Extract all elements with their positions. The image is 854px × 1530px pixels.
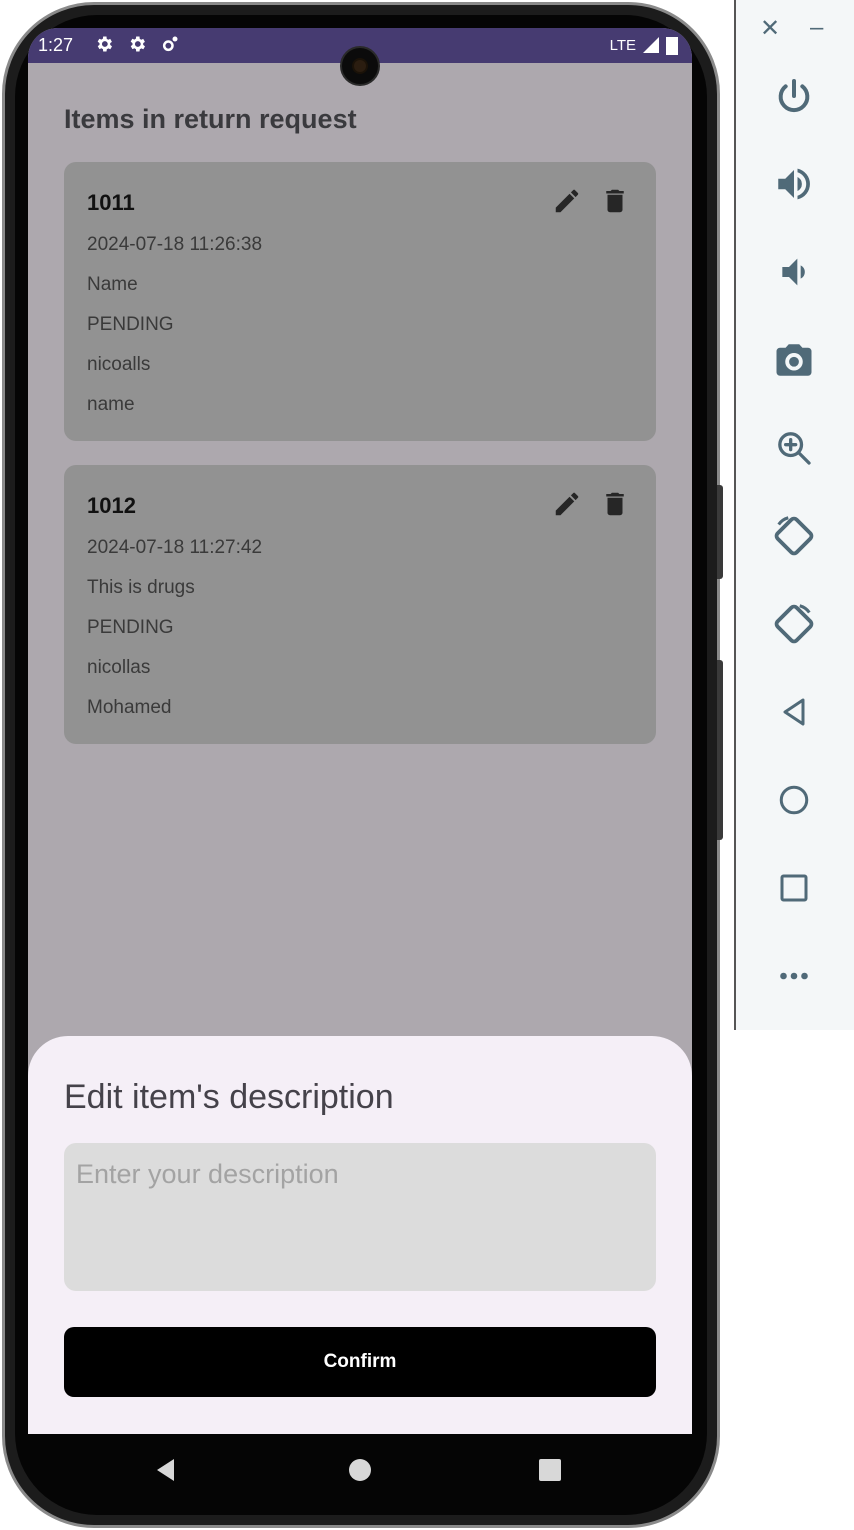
power-icon[interactable] [766, 68, 822, 124]
overview-icon[interactable] [536, 1456, 564, 1484]
device-screen: 1:27 LTE Items in return request 1011 20… [28, 28, 692, 1434]
volume-up-icon[interactable] [766, 156, 822, 212]
settings-icon [97, 36, 112, 52]
close-icon[interactable]: ✕ [760, 14, 780, 43]
panel-title-bar: ✕ – [736, 14, 854, 44]
edit-icon[interactable] [552, 186, 582, 216]
item-timestamp: 2024-07-18 11:27:42 [87, 537, 263, 558]
item-id: 1012 [87, 493, 136, 518]
settings-icon [130, 36, 145, 52]
back-icon[interactable] [152, 1456, 180, 1484]
return-item-card: 1011 2024-07-18 11:26:38 Name PENDING ni… [64, 162, 656, 441]
item-id: 1011 [87, 190, 135, 215]
rotate-right-icon[interactable] [766, 596, 822, 652]
description-input[interactable] [64, 1143, 656, 1291]
settings-sync-icon [162, 36, 178, 52]
status-notification-icons [94, 34, 180, 54]
minimize-icon[interactable]: – [810, 14, 823, 42]
item-user: nicollas [87, 657, 151, 678]
item-name: name [87, 394, 135, 415]
edit-icon[interactable] [552, 489, 582, 519]
item-status: PENDING [87, 617, 174, 638]
page-title: Items in return request [64, 104, 357, 134]
sheet-title: Edit item's description [64, 1078, 394, 1116]
home-icon[interactable] [346, 1456, 374, 1484]
signal-icon [643, 37, 659, 53]
item-description: Name [87, 274, 138, 295]
front-camera [340, 46, 380, 86]
network-type: LTE [609, 36, 636, 54]
rotate-left-icon[interactable] [766, 508, 822, 564]
item-user: nicoalls [87, 354, 151, 375]
item-description: This is drugs [87, 577, 195, 598]
more-icon[interactable] [766, 948, 822, 1004]
status-right-icons: LTE [610, 35, 678, 55]
power-button[interactable] [717, 660, 723, 840]
edit-description-sheet: Edit item's description Confirm [28, 1036, 692, 1434]
status-time: 1:27 [38, 35, 74, 55]
overview-icon[interactable] [766, 860, 822, 916]
item-timestamp: 2024-07-18 11:26:38 [87, 234, 263, 255]
item-status: PENDING [87, 314, 174, 335]
home-icon[interactable] [766, 772, 822, 828]
navigation-bar [28, 1434, 692, 1504]
emulator-controls-panel: ✕ – [734, 0, 854, 1030]
volume-button[interactable] [717, 485, 723, 579]
delete-icon[interactable] [600, 489, 630, 519]
zoom-in-icon[interactable] [766, 420, 822, 476]
volume-down-icon[interactable] [766, 244, 822, 300]
back-icon[interactable] [766, 684, 822, 740]
return-item-card: 1012 2024-07-18 11:27:42 This is drugs P… [64, 465, 656, 744]
item-name: Mohamed [87, 697, 172, 718]
delete-icon[interactable] [600, 186, 630, 216]
confirm-button[interactable]: Confirm [64, 1327, 656, 1397]
emulator-window: 1:27 LTE Items in return request 1011 20… [0, 0, 854, 1530]
camera-icon[interactable] [766, 332, 822, 388]
battery-icon [666, 37, 678, 55]
